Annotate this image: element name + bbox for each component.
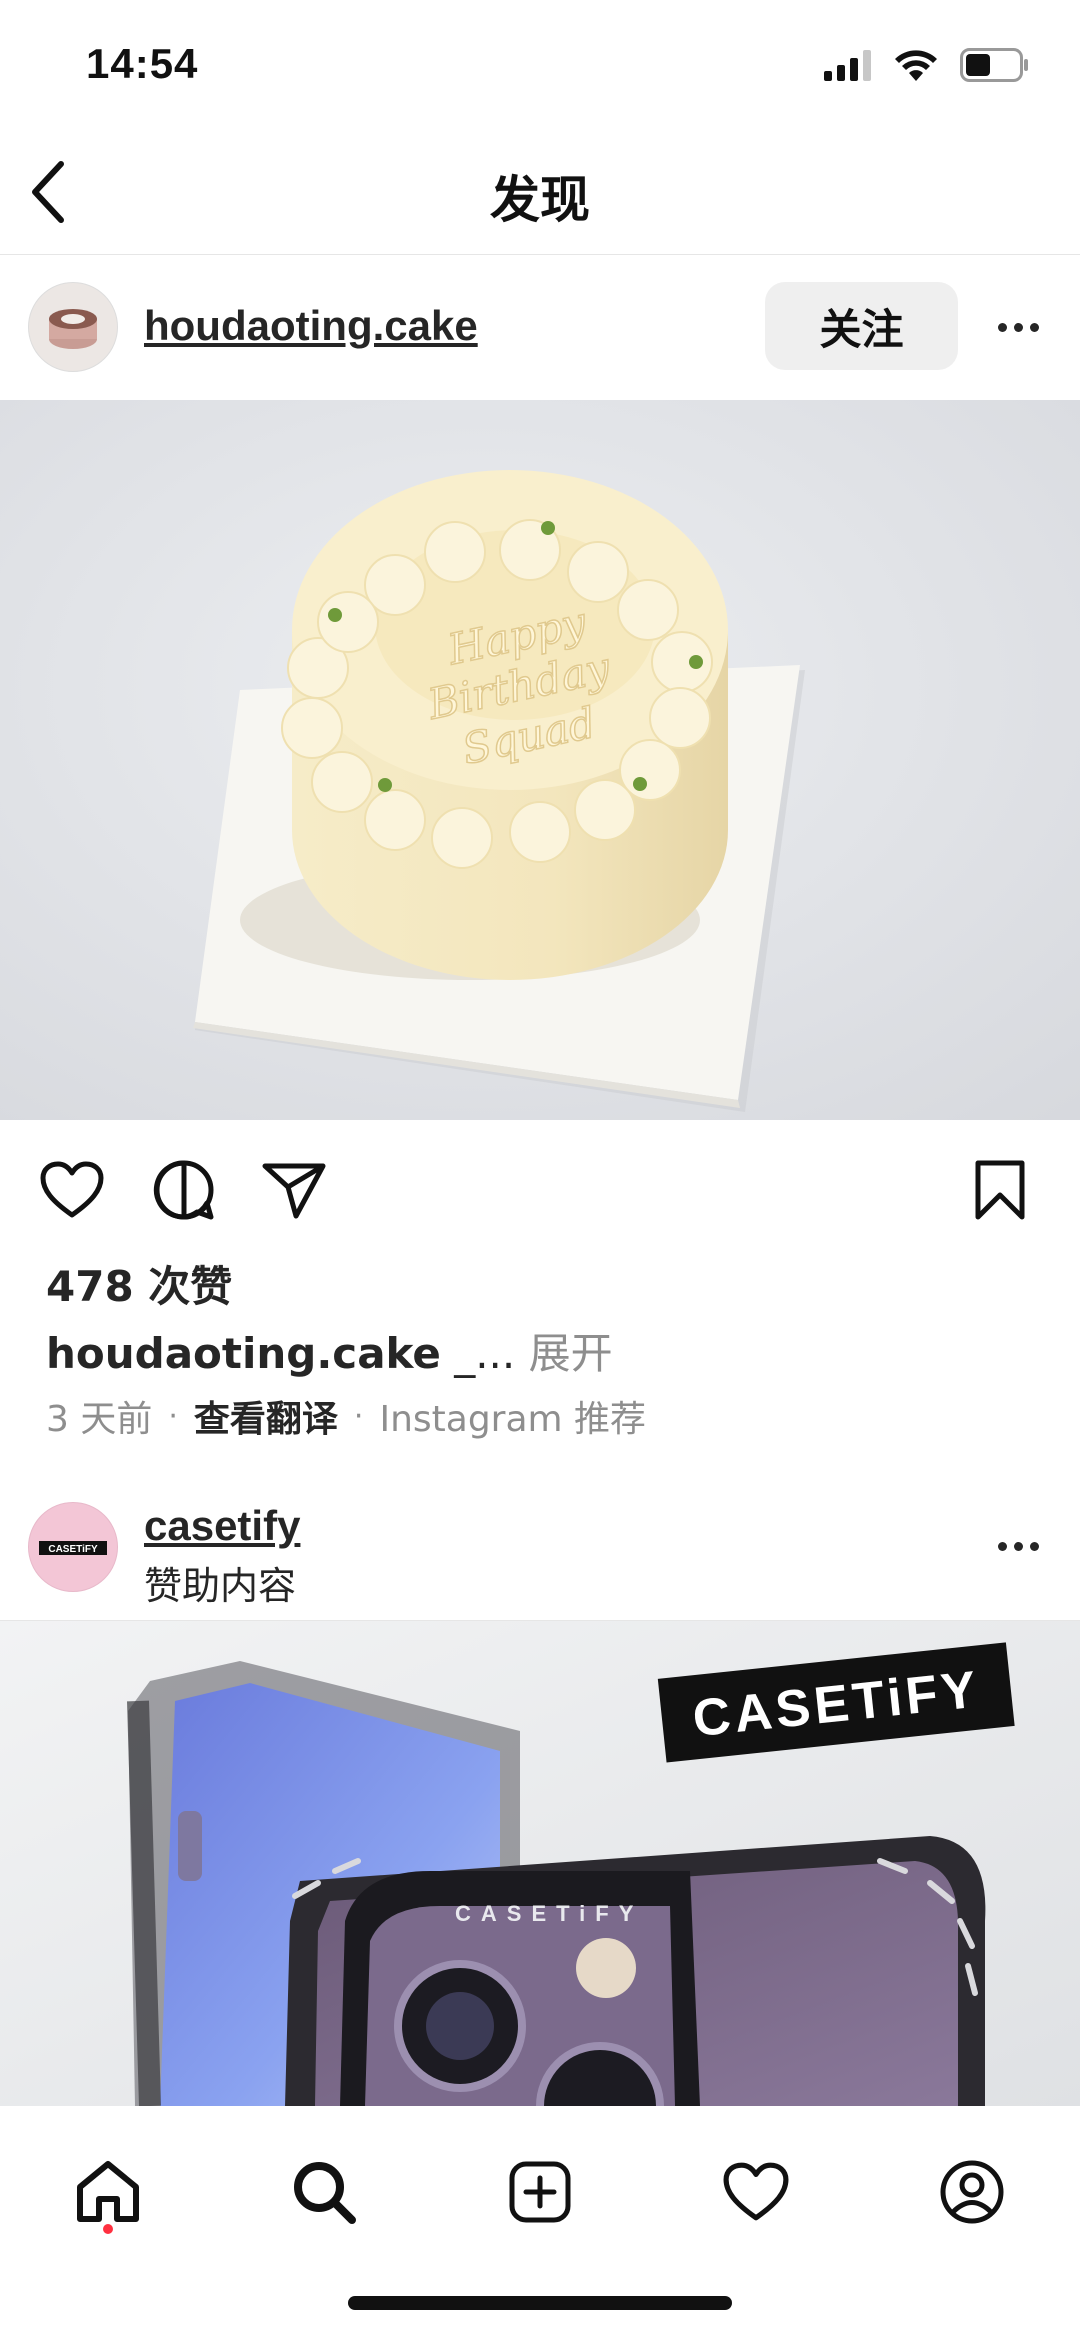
- battery-icon: [960, 48, 1028, 82]
- caption-username[interactable]: houdaoting.cake: [46, 1329, 441, 1378]
- activity-heart-icon: [723, 2162, 789, 2221]
- home-icon: [77, 2161, 139, 2222]
- post-username[interactable]: houdaoting.cake: [144, 302, 478, 350]
- translate-link[interactable]: 查看翻译: [194, 1390, 338, 1442]
- sponsored-label: 赞助内容: [144, 1564, 297, 1608]
- profile-icon: [940, 2160, 1004, 2224]
- ad-avatar-logo: CASETiFY: [48, 1544, 98, 1555]
- share-button[interactable]: [252, 1150, 336, 1230]
- bookmark-icon: [975, 1160, 1025, 1220]
- post-meta: 3 天前 · 查看翻译 · Instagram 推荐: [46, 1390, 646, 1442]
- search-icon: [294, 2162, 356, 2224]
- like-count[interactable]: 478 次赞: [46, 1253, 232, 1314]
- page-title: 发现: [490, 171, 590, 229]
- meta-separator: ·: [353, 1398, 364, 1434]
- home-indicator[interactable]: [348, 2296, 732, 2310]
- save-button[interactable]: [960, 1150, 1040, 1230]
- post-time: 3 天前: [46, 1399, 153, 1440]
- post-caption[interactable]: houdaoting.cake _... 展开: [46, 1320, 613, 1381]
- ad-avatar[interactable]: CASETiFY: [28, 1502, 118, 1592]
- page-header: 发现: [0, 130, 1080, 255]
- expand-link[interactable]: 展开: [515, 1329, 613, 1378]
- case-ring-logo: CASETiFY: [455, 1901, 643, 1926]
- ad-username[interactable]: casetify: [144, 1502, 300, 1550]
- status-time: 14:54: [86, 40, 199, 87]
- comment-button[interactable]: [142, 1150, 226, 1230]
- nav-activity[interactable]: [711, 2142, 801, 2242]
- more-icon[interactable]: [998, 323, 1039, 332]
- paper-plane-icon: [262, 1163, 326, 1219]
- wifi-icon: [895, 50, 937, 81]
- meta-separator: ·: [168, 1398, 178, 1434]
- create-icon: [509, 2161, 571, 2223]
- follow-button[interactable]: 关注: [765, 282, 958, 370]
- avatar[interactable]: [28, 282, 118, 372]
- comment-icon: [153, 1160, 214, 1220]
- nav-profile[interactable]: [927, 2142, 1017, 2242]
- nav-search[interactable]: [279, 2142, 369, 2242]
- signal-icon: [824, 50, 871, 81]
- ad-image[interactable]: CASETiFY CASETiFY: [0, 1621, 1080, 2106]
- notification-dot: [103, 2224, 113, 2234]
- ad-more-icon[interactable]: [998, 1542, 1039, 1551]
- like-button[interactable]: [30, 1150, 114, 1230]
- nav-create[interactable]: [495, 2142, 585, 2242]
- caption-text: _...: [440, 1329, 516, 1378]
- status-icons: [824, 48, 1030, 82]
- post-image[interactable]: Happy Birthday Squad: [0, 400, 1080, 1120]
- heart-icon: [40, 1161, 104, 1218]
- recommended-label: Instagram 推荐: [379, 1399, 647, 1440]
